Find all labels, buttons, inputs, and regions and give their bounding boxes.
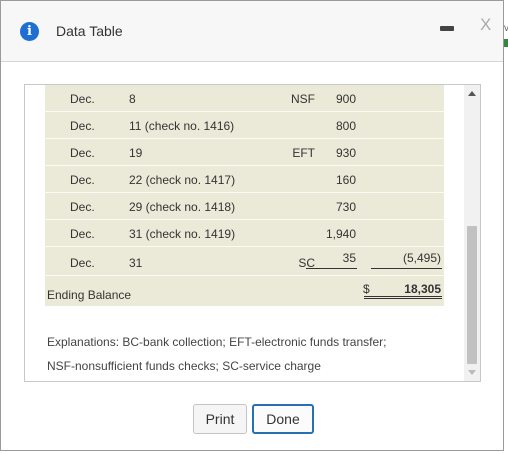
dialog-title: Data Table — [56, 23, 123, 39]
currency-symbol: $ — [363, 282, 370, 296]
amount-cell: 730 — [335, 200, 356, 214]
double-underline-bottom — [364, 298, 442, 299]
month-cell: Dec. — [70, 146, 95, 160]
scrollbar-thumb[interactable] — [467, 226, 477, 364]
amount-underline — [306, 268, 357, 269]
item-cell: 22 (check no. 1417) — [129, 173, 236, 187]
bank-reconciliation-table: Dec. 8 NSF 900 Dec. 11 (check no. 1416) … — [45, 85, 444, 306]
balance-cell: (5,495) — [402, 251, 441, 265]
amount-cell: 930 — [335, 146, 356, 160]
month-cell: Dec. — [70, 119, 95, 133]
table-scroll-area[interactable]: Dec. 8 NSF 900 Dec. 11 (check no. 1416) … — [24, 84, 481, 382]
chevron-down-icon[interactable] — [468, 370, 476, 375]
table-row: Dec. 22 (check no. 1417) 160 — [45, 166, 444, 193]
item-cell: 19 — [129, 146, 143, 160]
info-icon: i — [20, 22, 39, 41]
month-cell: Dec. — [70, 92, 95, 106]
item-cell: 11 (check no. 1416) — [129, 119, 235, 133]
ending-balance-label: Ending Balance — [47, 288, 132, 302]
double-underline-top — [364, 296, 442, 297]
ending-balance-row: Ending Balance $ 18,305 — [45, 276, 444, 306]
month-cell: Dec. — [70, 200, 95, 214]
chevron-up-icon[interactable] — [468, 91, 476, 96]
month-cell: Dec. — [70, 256, 95, 270]
dialog-header: i Data Table X — [1, 1, 503, 62]
close-icon[interactable]: X — [480, 15, 491, 35]
month-cell: Dec. — [70, 227, 95, 241]
table-row: Dec. 31 (check no. 1419) 1,940 — [45, 220, 444, 247]
item-cell: 29 (check no. 1418) — [129, 200, 236, 214]
item-cell: 31 — [129, 256, 143, 270]
amount-cell: 900 — [335, 92, 356, 106]
print-button[interactable]: Print — [193, 404, 247, 434]
amount-cell: 1,940 — [325, 227, 356, 241]
explanation-line: NSF-nonsufficient funds checks; SC-servi… — [47, 359, 321, 373]
table-row: Dec. 19 EFT 930 — [45, 139, 444, 166]
background-accent-fragment — [504, 39, 508, 47]
table-row: Dec. 31 SC 35 (5,495) — [45, 247, 444, 276]
amount-cell: 800 — [335, 119, 356, 133]
explanations-note: Explanations: BC-bank collection; EFT-el… — [47, 330, 447, 378]
table-row: Dec. 29 (check no. 1418) 730 — [45, 193, 444, 220]
background-text-fragment: v — [504, 23, 508, 34]
explanation-line: Explanations: BC-bank collection; EFT-el… — [47, 335, 387, 349]
ending-balance-value: 18,305 — [404, 282, 441, 296]
month-cell: Dec. — [70, 173, 95, 187]
item-cell: 31 (check no. 1419) — [129, 227, 236, 241]
balance-underline — [371, 268, 442, 269]
amount-cell: 160 — [335, 173, 356, 187]
amount-cell: 35 — [342, 251, 356, 265]
data-table-dialog: i Data Table X v Dec. 8 NSF 900 Dec. 11 … — [0, 0, 508, 451]
vertical-scrollbar[interactable] — [464, 85, 480, 381]
minimize-icon[interactable] — [440, 26, 454, 31]
table-row: Dec. 11 (check no. 1416) 800 — [45, 112, 444, 139]
done-button[interactable]: Done — [252, 404, 314, 434]
table-row: Dec. 8 NSF 900 — [45, 85, 444, 112]
item-cell: 8 — [129, 92, 136, 106]
